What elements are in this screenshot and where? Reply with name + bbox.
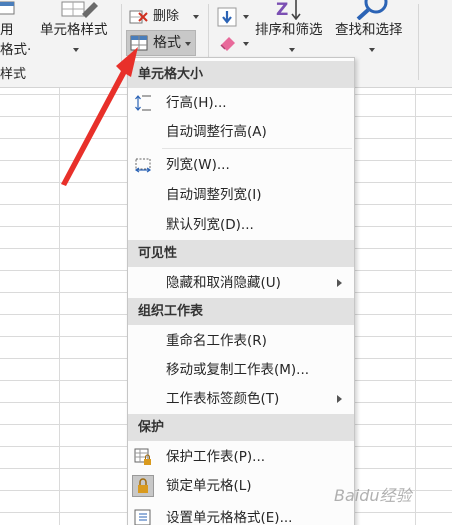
- menu-item-label: 默认列宽(D)...: [166, 217, 254, 233]
- cell-styles-button[interactable]: 单元格样式: [40, 22, 108, 38]
- watermark: Baidu经验: [334, 486, 412, 505]
- format-dropdown-icon[interactable]: [185, 42, 191, 46]
- menu-item-default-width[interactable]: 默认列宽(D)...: [128, 211, 354, 239]
- menu-item-move-copy-sheet[interactable]: 移动或复制工作表(M)...: [128, 356, 354, 384]
- section-header-organize-sheets: 组织工作表: [128, 298, 354, 325]
- menu-item-lock-cell[interactable]: 锁定单元格(L): [128, 472, 354, 500]
- sort-filter-icon: Z: [276, 0, 301, 20]
- menu-item-hide-unhide[interactable]: 隐藏和取消隐藏(U): [128, 269, 354, 297]
- menu-item-label: 设置单元格格式(E)...: [166, 510, 293, 525]
- find-select-button[interactable]: 查找和选择: [335, 22, 403, 38]
- menu-item-label: 自动调整行高(A): [166, 124, 267, 140]
- find-select-dropdown-icon[interactable]: [369, 48, 375, 52]
- menu-item-tab-color[interactable]: 工作表标签颜色(T): [128, 385, 354, 413]
- submenu-arrow-icon: [337, 395, 342, 403]
- delete-cells-icon: [129, 10, 148, 24]
- menu-item-label: 自动调整列宽(I): [166, 187, 262, 203]
- menu-item-label: 移动或复制工作表(M)...: [166, 362, 310, 378]
- submenu-arrow-icon: [337, 279, 342, 287]
- find-select-icon: [356, 0, 388, 20]
- sort-filter-button[interactable]: 排序和筛选: [255, 22, 323, 38]
- format-cells-ribbon-icon: [130, 35, 148, 51]
- section-header-cell-size: 单元格大小: [128, 61, 354, 88]
- menu-item-label: 工作表标签颜色(T): [166, 391, 280, 407]
- menu-item-column-width[interactable]: 列宽(W)...: [128, 151, 354, 179]
- delete-button[interactable]: 删除: [153, 9, 179, 25]
- clear-dropdown-icon[interactable]: [243, 42, 249, 46]
- menu-item-label: 锁定单元格(L): [166, 478, 252, 494]
- menu-item-format-cells[interactable]: 设置单元格格式(E)...: [128, 504, 354, 525]
- conditional-format-partial-label[interactable]: 用: [0, 22, 14, 38]
- column-width-icon: [134, 158, 152, 173]
- sort-glyph: Z: [276, 0, 288, 20]
- menu-item-label: 隐藏和取消隐藏(U): [166, 275, 281, 291]
- menu-item-label: 保护工作表(P)...: [166, 449, 266, 465]
- menu-item-protect-sheet[interactable]: 保护工作表(P)...: [128, 443, 354, 471]
- menu-separator: [162, 148, 352, 149]
- ribbon-separator: [418, 4, 419, 80]
- menu-item-label: 列宽(W)...: [166, 157, 230, 173]
- section-header-protection: 保护: [128, 414, 354, 441]
- menu-item-label: 重命名工作表(R): [166, 333, 267, 349]
- protect-sheet-icon: [134, 448, 151, 465]
- table-format-partial-label[interactable]: 格式·: [0, 42, 31, 58]
- menu-item-row-height[interactable]: 行高(H)...: [128, 89, 354, 117]
- fill-icon[interactable]: [217, 7, 239, 27]
- table-format-icon: [0, 1, 15, 15]
- menu-item-autofit-row-height[interactable]: 自动调整行高(A): [128, 118, 354, 146]
- cell-styles-icon: [61, 1, 98, 18]
- styles-group-label: 样式: [0, 67, 27, 82]
- section-header-visibility: 可见性: [128, 240, 354, 267]
- sort-filter-dropdown-icon[interactable]: [289, 48, 295, 52]
- cell-styles-dropdown-icon[interactable]: [73, 48, 79, 52]
- format-button-label[interactable]: 格式: [153, 35, 181, 51]
- fill-dropdown-icon[interactable]: [243, 15, 249, 19]
- clear-icon[interactable]: [217, 33, 239, 51]
- menu-item-autofit-column-width[interactable]: 自动调整列宽(I): [128, 181, 354, 209]
- row-height-icon: [135, 95, 151, 111]
- menu-item-label: 行高(H)...: [166, 95, 227, 111]
- ribbon-separator: [121, 4, 122, 80]
- format-cells-icon: [134, 509, 151, 525]
- delete-dropdown-icon[interactable]: [193, 15, 199, 19]
- menu-item-rename-sheet[interactable]: 重命名工作表(R): [128, 327, 354, 355]
- lock-icon: [132, 475, 154, 497]
- format-dropdown-menu: 单元格大小 行高(H)... 自动调整行高(A) 列宽(W)... 自动调整列宽…: [127, 57, 355, 525]
